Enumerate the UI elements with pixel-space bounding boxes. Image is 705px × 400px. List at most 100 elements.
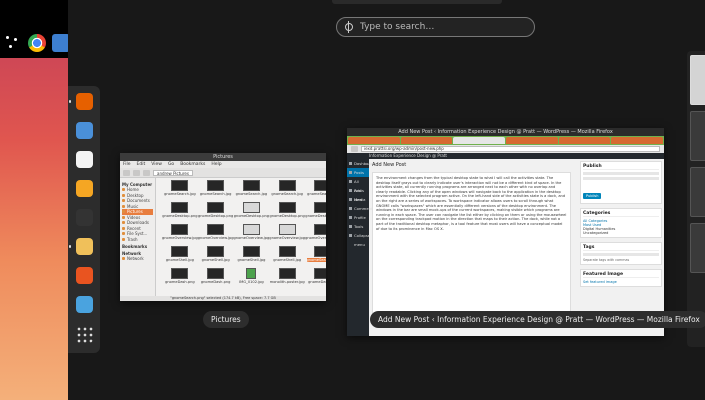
menu-file[interactable]: File [123,161,131,168]
file-name: gnomeOverview.jpg [197,236,234,240]
terminal-icon[interactable] [76,209,93,226]
browser-tab-active[interactable] [453,137,506,144]
browser-tab[interactable] [506,137,558,144]
browser-tab[interactable] [400,137,453,144]
sidebar-item-trash[interactable]: Trash [122,237,153,243]
wp-menu-collapse[interactable]: Collapse menu [347,231,370,247]
file-name: gnomeDesktop.png [198,214,234,218]
files-icon[interactable] [76,238,93,255]
file-item[interactable]: gnomeOverview.jpg [233,224,270,246]
firefox-window-thumbnail[interactable]: Add New Post ‹ Information Experience De… [347,128,664,336]
chrome-icon[interactable] [28,34,46,52]
file-item[interactable]: monolith-poster.jpg [269,268,305,290]
show-apps-icon[interactable] [76,326,93,343]
firefox-icon[interactable] [76,93,93,110]
file-item[interactable]: gnomeSearch.jpg [269,180,305,202]
file-item[interactable]: gnomeShell.jpg [162,246,198,268]
wp-menu-profile[interactable]: Profile [347,213,369,222]
top-bar-clock [332,0,502,4]
photos-icon[interactable] [76,180,93,197]
window-caption-firefox[interactable]: Add New Post ‹ Information Experience De… [370,311,705,328]
file-item[interactable]: gnomeDesktop.png [305,202,326,224]
box-title: Publish [583,164,659,170]
file-item[interactable]: gnomeShell.jpg [198,246,234,268]
workspace-thumbnail-4[interactable] [690,223,705,273]
up-icon[interactable] [143,169,150,176]
publish-button[interactable]: Publish [583,193,602,199]
file-item[interactable]: gnomeSearch.jpg [198,180,234,202]
browser-tab[interactable] [611,137,664,144]
files-window-thumbnail[interactable]: Pictures File Edit View Go Bookmarks Hel… [120,153,326,301]
menu-bookmarks[interactable]: Bookmarks [180,161,205,168]
wp-menu-comments[interactable]: Comments [347,204,375,213]
top-panel-preview [0,0,70,58]
file-name: gnomeSearch.png [306,258,326,262]
window-caption-pictures[interactable]: Pictures [203,311,249,328]
file-item[interactable]: gnomeOverview.jpg [305,224,326,246]
search-box[interactable] [336,17,535,37]
wp-menu-dashboard[interactable]: Dashboard [347,159,375,168]
document-viewer-icon[interactable] [76,151,93,168]
file-item[interactable]: gnomeDash.png [198,268,234,290]
category-checkbox[interactable]: Uncategorized [583,231,659,235]
file-item[interactable]: gnomeDesktop.png [162,202,198,224]
file-item[interactable]: gnomeDesktop.png [198,202,234,224]
file-item[interactable]: gnomeOverview.jpg [269,224,305,246]
back-icon[interactable] [351,146,358,152]
file-name: gnomeOverview.jpg [233,236,270,240]
wp-menu-media[interactable]: Media [347,195,369,204]
file-item[interactable]: gnomeOverview.jpg [198,224,234,246]
file-thumbnail [242,224,260,235]
file-thumbnail [246,268,257,279]
file-item[interactable]: gnomeShell.jpg [234,246,270,268]
workspace-thumbnail-2[interactable] [690,111,705,161]
tab-bar [347,136,664,145]
menu-edit[interactable]: Edit [137,161,146,168]
file-thumbnail [278,268,296,279]
file-item[interactable]: gnomeOverview.jpg [162,224,198,246]
search-input[interactable] [360,22,530,32]
forward-icon[interactable] [133,169,140,176]
file-item[interactable]: gnomeSearch.jpg [234,180,270,202]
file-name: gnomeDesktop.png [233,214,270,218]
file-item[interactable]: gnomeDash.png [162,268,198,290]
file-name: gnomeShell.jpg [273,258,302,262]
text-editor-icon[interactable] [76,122,93,139]
tag-input[interactable] [583,253,659,256]
post-content-editor[interactable]: The environment changes from the typical… [372,172,571,324]
file-item[interactable]: gnomeShell.jpg [269,246,305,268]
menu-help[interactable]: Help [211,161,221,168]
back-icon[interactable] [123,169,130,176]
file-name: gnomeShell.jpg [201,258,230,262]
browser-tab[interactable] [348,137,400,144]
wp-menu-tools[interactable]: Tools [347,222,369,231]
app-grid-icon[interactable] [4,34,22,52]
file-item[interactable]: gnomeSearch.png [305,246,326,268]
workspace-thumbnail-3[interactable] [690,167,705,217]
file-item[interactable]: gnomeDesktop.png [234,202,270,224]
file-item[interactable]: gnomeSearch.jpg [162,180,198,202]
wp-menu-all-posts[interactable]: All Posts [347,177,369,193]
software-icon[interactable] [76,267,93,284]
wp-menu-posts[interactable]: Posts [347,168,369,177]
menu-view[interactable]: View [151,161,162,168]
file-name: gnomeOverview.jpg [305,236,326,240]
wp-admin-sidebar: Dashboard Posts All Posts Add New Media … [347,159,375,336]
categories-box: Categories All Categories Most Used Digi… [580,208,662,238]
set-featured-image-link[interactable]: Set featured image [583,280,659,284]
file-item[interactable]: gnomeDash.png [305,268,326,290]
file-item[interactable]: gnomeSearch.jpg [305,180,326,202]
workspace-thumbnail-1[interactable] [690,55,705,105]
browser-tab[interactable] [558,137,611,144]
file-name: gnomeSearch.jpg [164,192,196,196]
url-input[interactable]: iexd.prattsi.org/wp-admin/post-new.php [361,146,660,152]
file-item[interactable]: IMG_0102.jpg [234,268,270,290]
wp-menu-add-new[interactable]: Add New [347,186,369,202]
menu-go[interactable]: Go [168,161,174,168]
sidebar-item-network[interactable]: Network [122,256,153,262]
file-item[interactable]: gnomeDesktop.png [269,202,305,224]
settings-icon[interactable] [76,296,93,313]
path-bar[interactable]: andrew Pictures [153,169,193,176]
window-title: Pictures [120,153,326,161]
wp-editor: Add New Post The environment changes fro… [369,159,574,336]
